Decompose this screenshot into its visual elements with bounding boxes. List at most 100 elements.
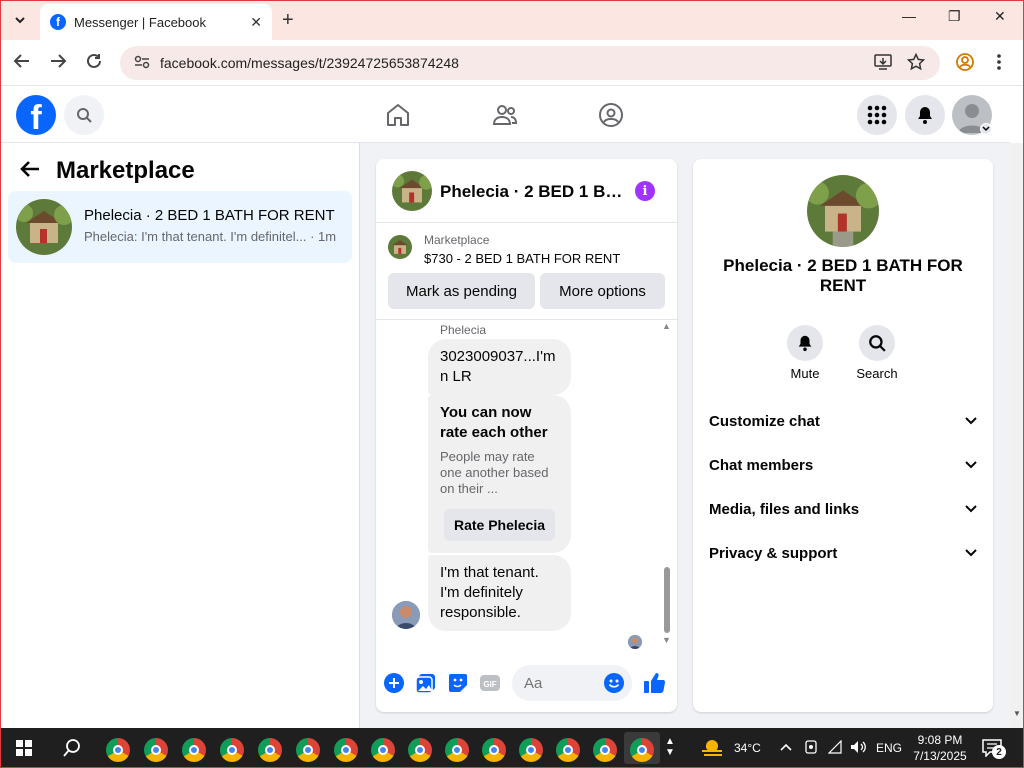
mute-button[interactable]: Mute <box>775 325 835 381</box>
rate-user-button[interactable]: Rate Phelecia <box>444 509 555 541</box>
tab-search-button[interactable] <box>8 8 32 32</box>
tab-title: Messenger | Facebook <box>74 14 206 30</box>
new-tab-button[interactable]: + <box>282 9 294 32</box>
chrome-taskbar-icon[interactable] <box>482 738 506 762</box>
more-options-button[interactable]: More options <box>540 273 665 309</box>
weather-icon[interactable] <box>700 737 726 762</box>
bell-icon <box>918 107 932 124</box>
emoji-icon[interactable] <box>604 673 624 693</box>
message-bubble[interactable]: I'm that tenant. I'm definitely responsi… <box>428 555 571 631</box>
message-bubble[interactable]: 3023009037...I'm n LR <box>428 339 571 395</box>
sender-name: Phelecia <box>440 323 487 337</box>
chrome-taskbar-icon[interactable] <box>371 738 395 762</box>
chrome-taskbar-icon[interactable] <box>182 738 206 762</box>
chrome-taskbar-icon[interactable] <box>334 738 358 762</box>
install-app-icon[interactable] <box>874 53 892 76</box>
chrome-taskbar-icon[interactable] <box>445 738 469 762</box>
taskbar-search-icon[interactable] <box>62 738 82 763</box>
rating-subtitle: People may rate one another based on the… <box>440 449 549 496</box>
back-arrow-icon[interactable] <box>20 158 40 184</box>
notifications-button[interactable] <box>905 95 945 135</box>
grid-icon <box>867 105 887 125</box>
wifi-icon[interactable] <box>827 739 844 757</box>
section-customize-chat[interactable]: Customize chat <box>709 409 977 433</box>
account-chevron-icon[interactable] <box>980 123 992 135</box>
section-label: Privacy & support <box>709 544 838 562</box>
taskbar-clock[interactable]: 9:08 PM 7/13/2025 <box>908 732 972 764</box>
profile-icon[interactable] <box>956 53 974 76</box>
message-scrollbar[interactable]: ▲ ▼ <box>662 321 672 651</box>
info-icon[interactable]: i <box>635 181 655 201</box>
browser-toolbar: facebook.com/messages/t/2392472565387424… <box>0 40 1024 86</box>
bookmark-star-icon[interactable] <box>906 52 926 76</box>
chrome-taskbar-icon[interactable] <box>519 738 543 762</box>
search-button[interactable]: Search <box>847 325 907 381</box>
back-button[interactable] <box>13 52 31 75</box>
facebook-search-button[interactable] <box>64 95 104 135</box>
message-list: Phelecia 3023009037...I'm n LR You can n… <box>376 321 677 651</box>
chevron-down-icon <box>965 546 977 560</box>
facebook-logo-icon[interactable]: f <box>16 95 56 135</box>
notification-center-icon[interactable]: 2 <box>982 739 1006 762</box>
section-chat-members[interactable]: Chat members <box>709 453 977 477</box>
listing-price[interactable]: $730 - 2 BED 1 BATH FOR RENT <box>424 251 620 266</box>
more-actions-plus-icon[interactable] <box>382 671 406 695</box>
reload-button[interactable] <box>85 52 103 75</box>
friends-nav-icon[interactable] <box>491 101 519 129</box>
volume-icon[interactable] <box>850 740 868 757</box>
chrome-taskbar-icon[interactable] <box>106 738 130 762</box>
chrome-taskbar-icon[interactable] <box>220 738 244 762</box>
listing-large-thumbnail[interactable] <box>807 175 879 247</box>
address-bar[interactable]: facebook.com/messages/t/2392472565387424… <box>120 46 940 80</box>
photo-icon[interactable] <box>414 671 438 695</box>
scrollbar-thumb[interactable] <box>664 567 670 633</box>
restore-button[interactable]: ❐ <box>948 8 961 25</box>
chrome-taskbar-icon[interactable] <box>408 738 432 762</box>
page-scrollbar[interactable]: ▼ <box>1010 143 1023 728</box>
groups-nav-icon[interactable] <box>597 101 625 129</box>
close-tab-icon[interactable]: ✕ <box>250 14 262 31</box>
temperature[interactable]: 34°C <box>734 741 761 755</box>
browser-tab-messenger[interactable]: f Messenger | Facebook ✕ <box>40 4 272 40</box>
sender-avatar[interactable] <box>392 601 420 629</box>
chrome-taskbar-icon[interactable] <box>556 738 580 762</box>
svg-text:GIF: GIF <box>483 680 496 689</box>
chrome-taskbar-icon[interactable] <box>258 738 282 762</box>
thumbs-up-icon[interactable] <box>643 671 667 695</box>
forward-button[interactable] <box>49 52 67 75</box>
chrome-taskbar-icon[interactable] <box>593 738 617 762</box>
chrome-taskbar-icon[interactable] <box>296 738 320 762</box>
scroll-up-icon[interactable]: ▲ <box>662 321 671 331</box>
home-nav-icon[interactable] <box>384 101 412 129</box>
site-settings-icon[interactable] <box>134 55 150 72</box>
url-text: facebook.com/messages/t/2392472565387424… <box>160 55 459 71</box>
chrome-taskbar-icon[interactable] <box>144 738 168 762</box>
chat-thumbnail[interactable] <box>392 171 432 211</box>
tray-app-icon[interactable] <box>804 740 818 757</box>
close-window-button[interactable]: ✕ <box>994 8 1006 25</box>
mark-as-pending-button[interactable]: Mark as pending <box>388 273 535 309</box>
chevron-down-icon <box>965 502 977 516</box>
menu-grid-button[interactable] <box>857 95 897 135</box>
search-icon <box>77 108 92 123</box>
chat-header: Phelecia · 2 BED 1 BA... i <box>376 159 677 223</box>
windows-start-icon[interactable] <box>16 740 32 756</box>
listing-small-thumbnail[interactable] <box>388 235 412 259</box>
minimize-button[interactable]: — <box>902 8 916 24</box>
chevron-down-icon <box>965 414 977 428</box>
chrome-taskbar-icon-active[interactable] <box>630 738 654 762</box>
chat-title[interactable]: Phelecia · 2 BED 1 BA... <box>440 182 625 202</box>
mute-label: Mute <box>790 366 820 381</box>
arrow-left-icon <box>13 54 29 68</box>
chrome-menu-icon[interactable] <box>996 53 1002 76</box>
conversation-item[interactable]: Phelecia · 2 BED 1 BATH FOR RENT Pheleci… <box>8 191 352 263</box>
tray-expand-icon[interactable] <box>780 741 792 755</box>
section-privacy-support[interactable]: Privacy & support <box>709 541 977 565</box>
taskbar-scroll-icon[interactable]: ▲ ▼ <box>665 736 675 758</box>
gif-icon[interactable]: GIF <box>478 671 502 695</box>
section-media-files-links[interactable]: Media, files and links <box>709 497 977 521</box>
scroll-down-icon[interactable]: ▼ <box>1013 709 1021 718</box>
sticker-icon[interactable] <box>446 671 470 695</box>
scroll-down-icon[interactable]: ▼ <box>662 635 671 645</box>
language-indicator[interactable]: ENG <box>876 741 902 755</box>
